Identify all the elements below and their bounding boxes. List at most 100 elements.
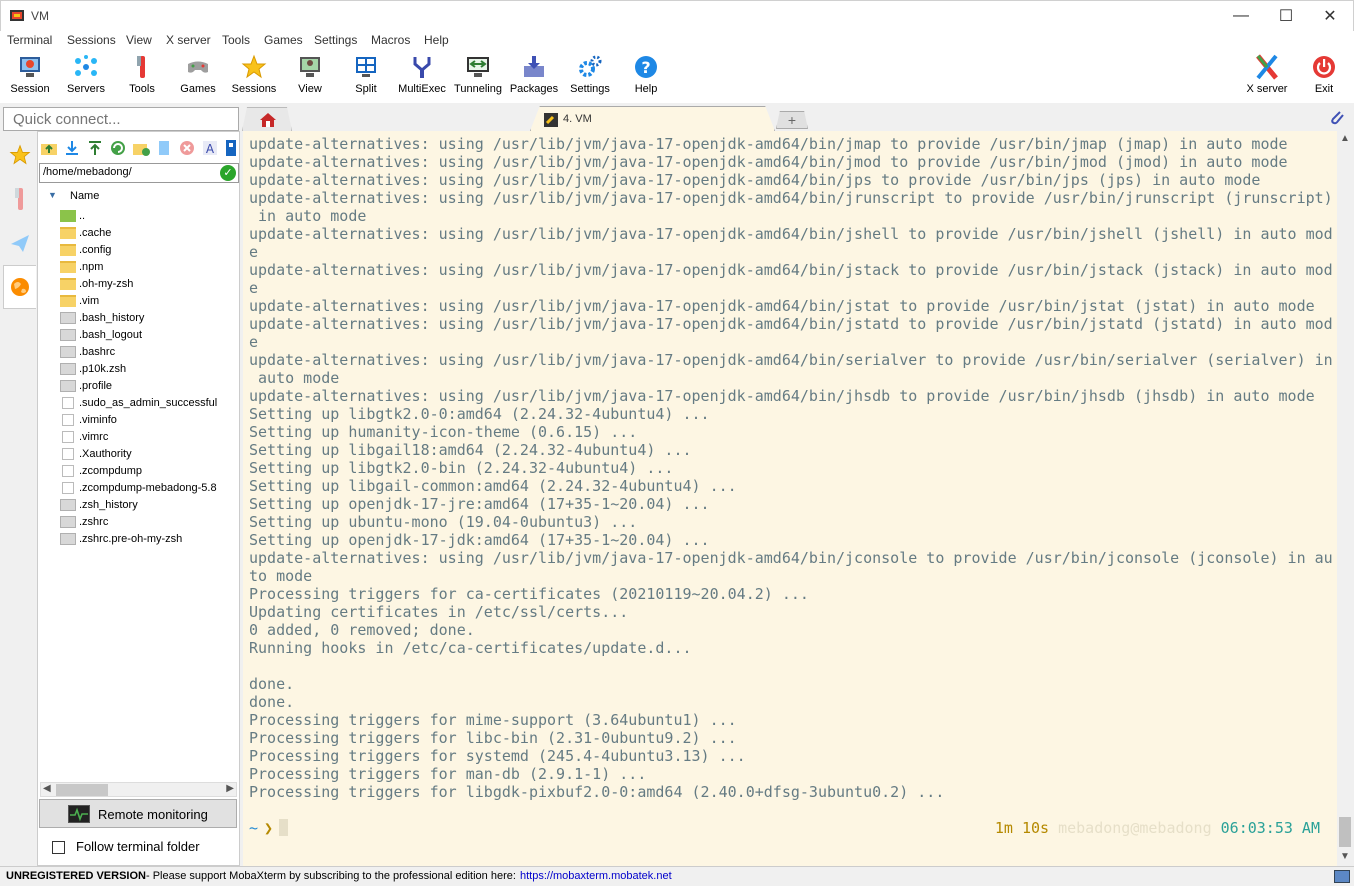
list-item[interactable]: .viminfo [58,412,238,429]
terminal-line: update-alternatives: using /usr/lib/jvm/… [249,315,1333,333]
list-item[interactable]: .sudo_as_admin_successful [58,395,238,412]
list-item[interactable]: .oh-my-zsh [58,276,238,293]
help-icon: ? [635,56,657,78]
games-button[interactable]: Games [170,53,226,101]
scroll-right-icon[interactable]: ▶ [226,783,234,794]
list-item[interactable]: .vimrc [58,429,238,446]
settings-button[interactable]: Settings [562,53,618,101]
list-item[interactable]: .bash_logout [58,327,238,344]
session-button[interactable]: Session [2,53,58,101]
list-item[interactable]: .vim [58,293,238,310]
paperclip-icon[interactable] [1328,109,1346,127]
list-item[interactable]: .zshrc [58,514,238,531]
menu-xserver[interactable]: X server [166,33,211,47]
remote-monitoring-button[interactable]: Remote monitoring [39,799,237,828]
unregistered-label: UNREGISTERED VERSION [6,870,146,882]
tab-vm[interactable]: 4. VM [530,106,775,131]
file-icon [60,499,76,511]
exit-button[interactable]: Exit [1296,53,1352,101]
checkmark-icon[interactable]: ✓ [220,165,236,181]
list-item[interactable]: .npm [58,259,238,276]
scrollbar-thumb[interactable] [1339,817,1351,847]
folder-icon [60,278,76,290]
folder-icon [60,227,76,239]
folder-icon [60,261,76,273]
download-icon[interactable] [63,139,81,157]
rename-icon[interactable]: A [201,139,219,157]
maximize-button[interactable]: ☐ [1263,1,1309,31]
list-item[interactable]: .profile [58,378,238,395]
close-button[interactable]: ✕ [1307,1,1353,31]
status-screen-icon[interactable] [1334,870,1350,883]
terminal-prompt: ~ ❯ 1m 10s mebadong@mebadong 06:03:53 AM [249,819,1334,837]
horizontal-scrollbar[interactable]: ◀ ▶ [40,782,237,797]
menu-macros[interactable]: Macros [371,33,410,47]
refresh-icon[interactable] [109,139,127,157]
terminal-vertical-scrollbar[interactable]: ▲ ▼ [1337,131,1354,866]
list-item[interactable]: .zshrc.pre-oh-my-zsh [58,531,238,548]
file-icon [60,516,76,528]
tunneling-button[interactable]: Tunneling [450,53,506,101]
file-icon [60,380,76,392]
menu-tools[interactable]: Tools [222,33,250,47]
scrollbar-thumb[interactable] [56,784,108,796]
new-tab-button[interactable]: + [776,111,808,129]
sessions-sidebar-button[interactable] [3,133,36,177]
terminal-line: done. [249,693,295,711]
servers-button[interactable]: Servers [58,53,114,101]
terminal-line: update-alternatives: using /usr/lib/jvm/… [249,297,1315,315]
minimize-button[interactable]: — [1218,1,1264,31]
file-icon [60,346,76,358]
multiexec-button[interactable]: MultiExec [394,53,450,101]
menu-games[interactable]: Games [264,33,303,47]
list-item[interactable]: .config [58,242,238,259]
scroll-up-icon[interactable]: ▲ [1340,133,1350,144]
bookmark-icon[interactable] [222,139,240,157]
follow-terminal-checkbox[interactable] [52,841,65,854]
new-file-icon[interactable] [155,139,173,157]
scroll-down-icon[interactable]: ▼ [1340,851,1350,862]
upload-icon[interactable] [86,139,104,157]
parent-folder-icon[interactable] [40,139,58,157]
menu-sessions[interactable]: Sessions [67,33,116,47]
tools-button[interactable]: Tools [114,53,170,101]
list-item[interactable]: .p10k.zsh [58,361,238,378]
xserver-button[interactable]: X server [1239,53,1295,101]
menu-view[interactable]: View [126,33,152,47]
macros-sidebar-button[interactable] [3,221,36,265]
quick-connect-input[interactable] [3,107,239,131]
sftp-path-input[interactable]: /home/mebadong/ ✓ [39,163,239,183]
tab-home[interactable] [242,107,292,131]
list-item[interactable]: .cache [58,225,238,242]
prompt-elapsed-time: 1m 10s [994,819,1050,837]
menu-help[interactable]: Help [424,33,449,47]
terminal-area[interactable]: update-alternatives: using /usr/lib/jvm/… [243,131,1337,866]
file-list-header[interactable]: ▼ Name [38,187,239,205]
view-button[interactable]: View [282,53,338,101]
help-button[interactable]: ? Help [618,53,674,101]
menu-settings[interactable]: Settings [314,33,357,47]
mobaxterm-link[interactable]: https://mobaxterm.mobatek.net [520,870,672,882]
tools-icon [14,188,23,210]
list-item[interactable]: .zcompdump-mebadong-5.8 [58,480,238,497]
file-icon [60,533,76,545]
sftp-sidebar-button[interactable] [3,265,36,309]
sessions-button[interactable]: Sessions [226,53,282,101]
tools-sidebar-button[interactable] [3,177,36,221]
packages-button[interactable]: Packages [506,53,562,101]
scroll-left-icon[interactable]: ◀ [43,783,51,794]
new-folder-icon[interactable] [132,139,150,157]
list-item[interactable]: .zsh_history [58,497,238,514]
terminal-line: Processing triggers for systemd (245.4-4… [249,747,746,765]
delete-icon[interactable] [178,139,196,157]
menu-terminal[interactable]: Terminal [7,33,52,47]
home-icon [260,113,276,127]
list-item[interactable]: .Xauthority [58,446,238,463]
list-item[interactable]: .bashrc [58,344,238,361]
list-item[interactable]: .. [58,208,238,225]
list-item[interactable]: .zcompdump [58,463,238,480]
file-icon [60,312,76,324]
status-message: - Please support MobaXterm by subscribin… [146,870,516,882]
list-item[interactable]: .bash_history [58,310,238,327]
split-button[interactable]: Split [338,53,394,101]
